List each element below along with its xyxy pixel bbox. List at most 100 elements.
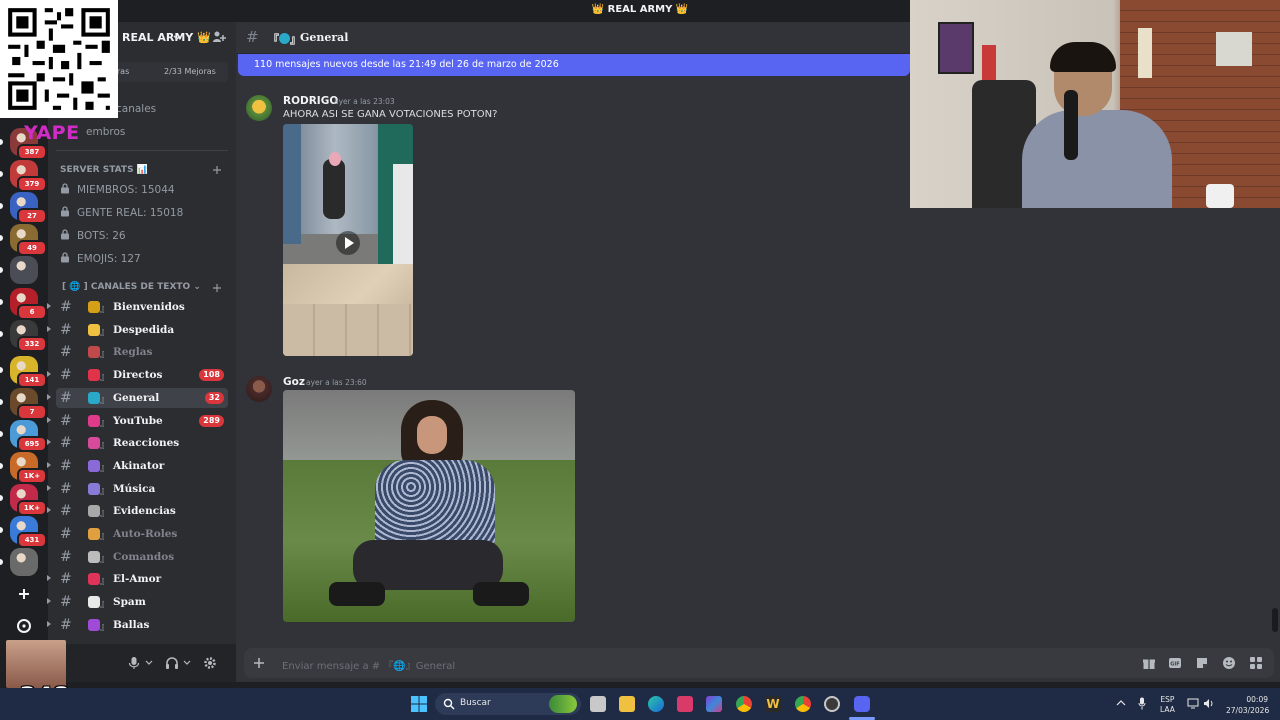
channel-emoji-icon: 『』 — [82, 436, 110, 451]
expand-arrow-icon — [47, 439, 51, 446]
channel-item[interactable]: # 『』 Bienvenidos — [47, 297, 228, 317]
channel-name: Bienvenidos — [113, 301, 185, 313]
channel-emoji-icon: 『』 — [82, 459, 110, 474]
message-composer[interactable]: Enviar mensaje a # 『🌐』General GIF — [244, 648, 1274, 678]
hash-icon: # — [60, 503, 72, 520]
channel-item[interactable]: # 『』 Comandos — [56, 547, 228, 567]
emoji-icon[interactable] — [1222, 656, 1236, 670]
mention-badge: 379 — [17, 176, 47, 192]
expand-arrow-icon — [47, 416, 51, 423]
message-video-attachment[interactable] — [283, 124, 413, 356]
message-image-attachment[interactable] — [283, 390, 575, 622]
channel-item[interactable]: # 『』 YouTube 289 — [47, 411, 228, 431]
mention-badge: 6 — [17, 304, 47, 320]
volume-icon[interactable] — [1203, 698, 1215, 709]
chrome-icon[interactable] — [736, 696, 752, 712]
apps-icon[interactable] — [1249, 656, 1263, 670]
add-member-icon[interactable] — [212, 30, 226, 44]
nav-members[interactable]: embros — [86, 126, 125, 138]
channel-item[interactable]: # 『』 Spam — [47, 592, 228, 612]
avatar[interactable] — [246, 95, 272, 121]
channel-item[interactable]: # 『』 Música — [47, 479, 228, 499]
clock-time: 00:09 — [1246, 695, 1268, 704]
edge-browser-icon[interactable] — [648, 696, 664, 712]
stat-channel[interactable]: BOTS: 26 — [60, 229, 126, 242]
category-server-stats[interactable]: SERVER STATS 📊 — [60, 165, 148, 175]
hash-icon: # — [60, 435, 72, 452]
svg-text:GIF: GIF — [1170, 662, 1179, 668]
chevron-up-icon[interactable] — [1116, 699, 1126, 707]
guild-name[interactable]: REAL ARMY 👑 — [122, 31, 211, 44]
channel-item[interactable]: # 『』 Auto-Roles — [56, 524, 228, 544]
server-icon[interactable] — [10, 256, 38, 284]
headphones-icon[interactable] — [165, 656, 179, 670]
compass-icon — [17, 619, 31, 633]
channel-emoji-icon: 『』 — [82, 504, 110, 519]
add-server-button[interactable] — [10, 580, 38, 608]
new-messages-banner[interactable]: 110 mensajes nuevos desde las 21:49 del … — [238, 54, 910, 76]
mention-badge: 431 — [17, 532, 47, 548]
channel-emoji-icon: 『』 — [82, 482, 110, 497]
channel-item[interactable]: # 『』 Reacciones — [47, 433, 228, 453]
language-indicator[interactable]: ESP LAA — [1160, 695, 1175, 715]
channel-name: Akinator — [113, 459, 165, 472]
channel-emoji: 『』 — [268, 33, 301, 46]
microphone-icon[interactable] — [1138, 697, 1146, 710]
channel-item[interactable]: # 『』 General 32 — [47, 387, 228, 408]
hash-icon: # — [246, 28, 259, 46]
discord-icon[interactable] — [854, 696, 870, 712]
settings-gear-icon[interactable] — [203, 656, 217, 670]
obs-icon[interactable] — [824, 696, 840, 712]
app-icon[interactable] — [677, 696, 693, 712]
taskbar-search[interactable]: Buscar — [435, 693, 581, 715]
microphone-icon[interactable] — [128, 656, 140, 670]
avatar[interactable] — [246, 376, 272, 402]
windows-start-icon[interactable] — [411, 696, 427, 712]
add-channel-icon[interactable] — [212, 283, 222, 293]
channel-item[interactable]: # 『』 Reglas — [56, 342, 228, 362]
stat-channel[interactable]: EMOJIS: 127 — [60, 252, 141, 265]
language-layout: LAA — [1160, 705, 1175, 714]
channel-item[interactable]: # 『』 Ballas — [47, 615, 228, 635]
copilot-icon[interactable] — [706, 696, 722, 712]
network-icon[interactable] — [1187, 698, 1199, 709]
expand-arrow-icon — [47, 620, 51, 627]
channel-item[interactable]: # 『』 Evidencias — [47, 501, 228, 521]
app-w-icon[interactable]: W — [765, 696, 781, 712]
sticker-icon[interactable] — [1195, 656, 1209, 670]
stat-channel[interactable]: MIEMBROS: 15044 — [60, 183, 175, 196]
message-author[interactable]: Goz — [283, 376, 305, 388]
lock-icon — [61, 252, 69, 263]
banner-text: 110 mensajes nuevos desde las 21:49 del … — [254, 59, 559, 70]
chrome-icon[interactable] — [795, 696, 811, 712]
category-label: SERVER STATS 📊 — [60, 165, 148, 175]
mention-badge: 332 — [17, 336, 47, 352]
task-view-icon[interactable] — [590, 696, 606, 712]
plus-icon[interactable] — [253, 657, 265, 669]
channel-item[interactable]: # 『』 Akinator — [47, 456, 228, 476]
scrollbar-thumb[interactable] — [1272, 608, 1278, 632]
nav-channels[interactable]: canales — [116, 103, 156, 115]
play-icon[interactable] — [335, 230, 361, 256]
expand-arrow-icon — [47, 575, 51, 582]
channel-item[interactable]: # 『』 Despedida — [47, 320, 228, 340]
plus-icon — [19, 589, 29, 599]
mention-badge: 7 — [17, 404, 47, 420]
file-explorer-icon[interactable] — [619, 696, 635, 712]
stat-channel[interactable]: GENTE REAL: 15018 — [60, 206, 183, 219]
channel-item[interactable]: # 『』 El-Amor — [47, 569, 228, 589]
server-icon[interactable] — [10, 548, 38, 576]
channel-item[interactable]: # 『』 Directos 108 — [47, 365, 228, 385]
chevron-down-icon[interactable] — [183, 660, 191, 666]
discover-button[interactable] — [10, 612, 38, 640]
clock[interactable]: 00:09 27/03/2026 — [1226, 694, 1269, 716]
gift-icon[interactable] — [1142, 656, 1156, 670]
channel-name: Reacciones — [113, 437, 180, 450]
category-text-channels[interactable]: [ 🌐 ] CANALES DE TEXTO ⌄ — [62, 282, 201, 292]
chevron-down-icon[interactable] — [145, 660, 153, 666]
add-channel-icon[interactable] — [212, 165, 222, 175]
channel-emoji-icon: 『』 — [82, 527, 110, 542]
message-author[interactable]: RODRIGO — [283, 95, 338, 107]
gif-icon[interactable]: GIF — [1168, 656, 1182, 670]
chevron-down-icon[interactable] — [172, 33, 182, 43]
